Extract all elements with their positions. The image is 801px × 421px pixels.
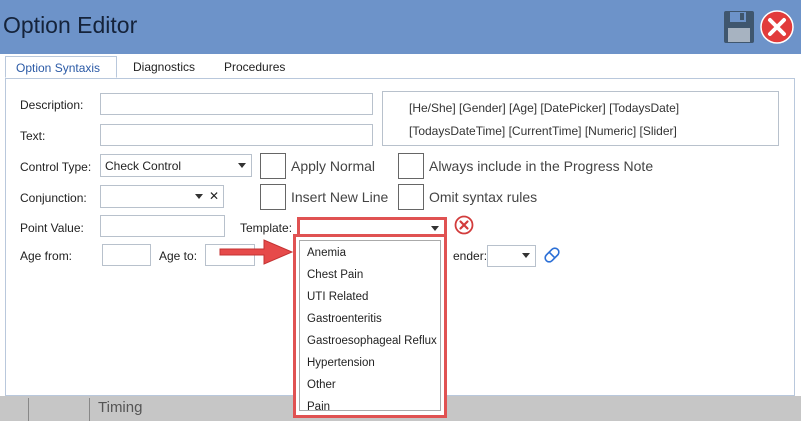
gender-label: ender: xyxy=(453,249,488,263)
tab-strip xyxy=(0,54,801,78)
pill-icon[interactable] xyxy=(541,244,563,269)
description-input[interactable] xyxy=(100,93,373,115)
window-title: Option Editor xyxy=(3,12,138,38)
control-type-value: Check Control xyxy=(105,159,182,173)
list-item[interactable]: Gastroenteritis xyxy=(307,313,382,325)
chevron-down-icon xyxy=(195,194,203,199)
tab-diagnostics[interactable]: Diagnostics xyxy=(123,56,205,78)
clear-template-icon[interactable] xyxy=(454,215,474,238)
point-value-input[interactable] xyxy=(100,215,225,237)
timing-label: Timing xyxy=(98,399,143,416)
template-label: Template: xyxy=(240,221,293,235)
age-to-label: Age to: xyxy=(159,249,198,263)
close-icon[interactable] xyxy=(760,10,794,47)
conjunction-label: Conjunction: xyxy=(20,191,87,205)
list-item[interactable]: Pain xyxy=(307,401,330,413)
control-type-select[interactable]: Check Control xyxy=(100,154,252,177)
list-item[interactable]: UTI Related xyxy=(307,291,368,303)
text-label: Text: xyxy=(20,129,46,143)
omit-syntax-label: Omit syntax rules xyxy=(429,189,538,205)
always-include-label: Always include in the Progress Note xyxy=(429,158,654,174)
chevron-down-icon xyxy=(522,253,530,258)
age-from-input[interactable] xyxy=(102,244,151,266)
list-item[interactable]: Chest Pain xyxy=(307,269,363,281)
template-dropdown-highlight: Anemia Chest Pain UTI Related Gastroente… xyxy=(293,234,447,418)
arrow-annotation-icon xyxy=(216,236,296,271)
point-value-label: Point Value: xyxy=(20,221,84,235)
always-include-checkbox[interactable] xyxy=(398,153,424,179)
age-from-label: Age from: xyxy=(20,249,73,263)
text-input[interactable] xyxy=(100,124,373,146)
apply-normal-checkbox[interactable] xyxy=(260,153,286,179)
syntax-tokens-line-2[interactable]: [TodaysDateTime] [CurrentTime] [Numeric]… xyxy=(409,124,677,138)
bottom-bar-cell xyxy=(28,398,90,421)
template-dropdown-list: Anemia Chest Pain UTI Related Gastroente… xyxy=(299,240,441,413)
insert-new-line-checkbox[interactable] xyxy=(260,184,286,210)
description-label: Description: xyxy=(20,98,84,112)
gender-select[interactable] xyxy=(487,245,536,267)
syntax-tokens-line-1[interactable]: [He/She] [Gender] [Age] [DatePicker] [To… xyxy=(409,101,679,115)
list-item[interactable]: Anemia xyxy=(307,247,346,259)
list-item[interactable]: Hypertension xyxy=(307,357,375,369)
floppy-disk-icon[interactable] xyxy=(723,10,755,47)
chevron-down-icon xyxy=(431,226,439,231)
insert-new-line-label: Insert New Line xyxy=(291,189,389,205)
omit-syntax-checkbox[interactable] xyxy=(398,184,424,210)
tab-option-syntaxis[interactable]: Option Syntaxis xyxy=(5,56,117,78)
clear-icon[interactable]: ✕ xyxy=(209,189,219,203)
tab-procedures[interactable]: Procedures xyxy=(214,56,295,78)
chevron-down-icon xyxy=(238,163,246,168)
conjunction-select[interactable]: ✕ xyxy=(100,185,224,208)
control-type-label: Control Type: xyxy=(20,160,92,174)
list-item[interactable]: Other xyxy=(307,379,336,391)
apply-normal-label: Apply Normal xyxy=(291,158,376,174)
list-item[interactable]: Gastroesophageal Reflux xyxy=(307,335,437,347)
syntax-tokens-box: [He/She] [Gender] [Age] [DatePicker] [To… xyxy=(382,91,779,146)
